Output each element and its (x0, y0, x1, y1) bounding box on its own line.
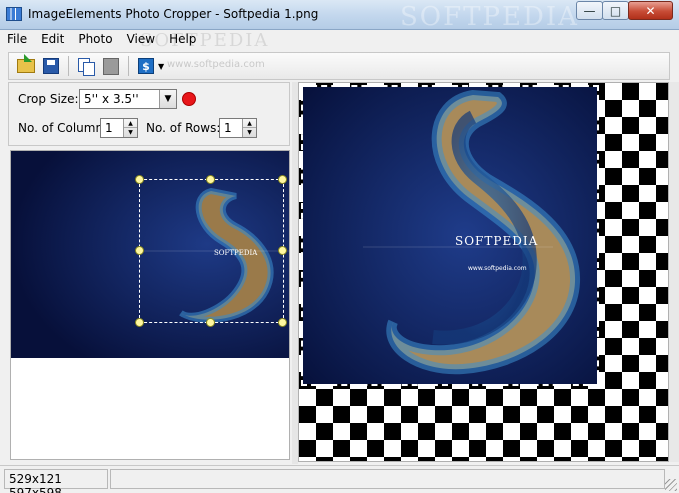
crop-selection[interactable] (139, 179, 284, 323)
crop-handle[interactable] (206, 175, 215, 184)
title-watermark: SOFTPEDIA (400, 2, 579, 32)
preview-watermark: SOFTPEDIA (455, 234, 538, 248)
open-folder-icon (17, 54, 35, 73)
columns-value: 1 (105, 121, 113, 135)
minimize-icon: — (583, 3, 596, 18)
toolbar-separator (68, 56, 69, 76)
status-bar: 529x121 597x598 (0, 465, 679, 493)
crop-size-value: 5'' x 3.5'' (84, 92, 139, 106)
menu-bar: File Edit Photo View Help SOFTPEDIA (0, 30, 679, 51)
toolbar-separator (128, 56, 129, 76)
menu-watermark: SOFTPEDIA (140, 30, 270, 51)
source-image-panel[interactable]: SOFTPEDIA (10, 150, 290, 460)
rows-label: No. of Rows: (146, 121, 221, 135)
window-title: ImageElements Photo Cropper - Softpedia … (28, 7, 319, 21)
rows-stepper[interactable]: 1 ▲ ▼ (219, 118, 257, 138)
minimize-button[interactable]: — (576, 1, 603, 20)
color-indicator[interactable] (182, 92, 196, 106)
rows-up-icon[interactable]: ▲ (243, 119, 256, 128)
vertical-scrollbar[interactable] (669, 82, 679, 462)
columns-up-icon[interactable]: ▲ (124, 119, 137, 128)
maximize-button[interactable]: □ (602, 1, 629, 20)
close-button[interactable]: ✕ (628, 1, 673, 20)
copy-icon (78, 57, 95, 76)
purchase-button[interactable]: $ (135, 55, 157, 77)
crop-handle[interactable] (278, 175, 287, 184)
maximize-icon: □ (609, 3, 622, 18)
chevron-down-icon[interactable]: ▼ (158, 62, 164, 71)
save-disk-icon (43, 58, 59, 74)
crop-handle[interactable] (206, 318, 215, 327)
toolbar: $ ▼ www.softpedia.com (8, 52, 670, 80)
dollar-icon: $ (138, 58, 154, 74)
crop-settings-panel: Crop Size: 5'' x 3.5'' ▼ No. of Columns:… (8, 82, 290, 146)
resize-grip-icon[interactable] (665, 479, 677, 491)
rows-value: 1 (224, 121, 232, 135)
cropped-image: SOFTPEDIA www.softpedia.com (303, 87, 597, 384)
crop-handle[interactable] (278, 318, 287, 327)
crop-handle[interactable] (135, 318, 144, 327)
open-button[interactable] (15, 54, 37, 77)
menu-edit[interactable]: Edit (34, 30, 71, 50)
crop-handle[interactable] (135, 175, 144, 184)
menu-photo[interactable]: Photo (71, 30, 119, 50)
app-icon (6, 7, 22, 21)
cropped-image-frame: SOFTPEDIA www.softpedia.com (301, 85, 599, 386)
preview-watermark-url: www.softpedia.com (468, 265, 527, 272)
crop-handle[interactable] (135, 246, 144, 255)
columns-stepper[interactable]: 1 ▲ ▼ (100, 118, 138, 138)
crop-handle[interactable] (278, 246, 287, 255)
paste-icon (103, 57, 119, 75)
status-dimensions: 529x121 597x598 (4, 469, 108, 493)
title-bar[interactable]: ImageElements Photo Cropper - Softpedia … (0, 0, 679, 32)
chevron-down-icon[interactable]: ▼ (159, 90, 176, 108)
crop-preview-panel: SOFTPEDIA www.softpedia.com (298, 82, 669, 462)
toolbar-watermark: www.softpedia.com (167, 59, 265, 70)
close-icon: ✕ (645, 3, 656, 18)
menu-file[interactable]: File (0, 30, 34, 50)
columns-down-icon[interactable]: ▼ (124, 128, 137, 137)
copy-button[interactable] (75, 55, 97, 77)
rows-down-icon[interactable]: ▼ (243, 128, 256, 137)
paste-button[interactable] (100, 55, 122, 77)
status-panel (110, 469, 665, 489)
crop-size-select[interactable]: 5'' x 3.5'' ▼ (79, 89, 177, 109)
save-button[interactable] (40, 55, 62, 77)
crop-size-label: Crop Size: (18, 92, 79, 106)
